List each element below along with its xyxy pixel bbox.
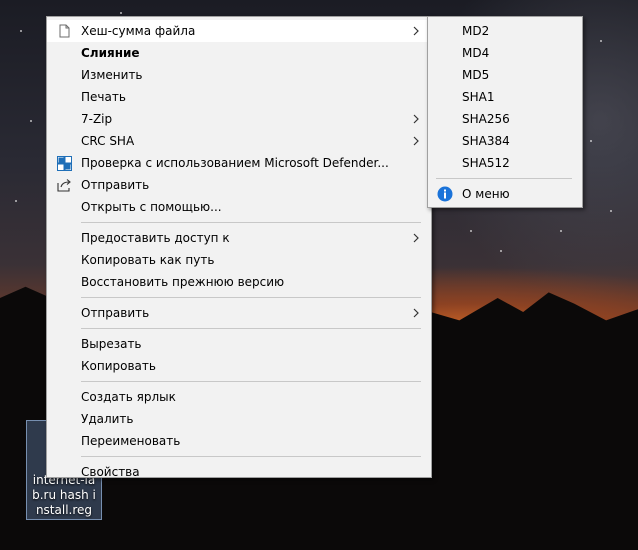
submenu-item-label: SHA256 xyxy=(462,112,510,126)
menu-item-label: Свойства xyxy=(81,465,140,479)
share-icon xyxy=(56,177,72,193)
menu-item-copy-as-path[interactable]: Копировать как путь xyxy=(47,249,431,271)
menu-item-restore-previous[interactable]: Восстановить прежнюю версию xyxy=(47,271,431,293)
submenu-item-label: MD2 xyxy=(462,24,490,38)
menu-item-open-with[interactable]: Открыть с помощью... xyxy=(47,196,431,218)
menu-item-defender-scan[interactable]: Проверка с использованием Microsoft Defe… xyxy=(47,152,431,174)
submenu-item-md5[interactable]: MD5 xyxy=(428,64,582,86)
defender-icon xyxy=(56,155,72,171)
menu-item-merge[interactable]: Слияние xyxy=(47,42,431,64)
submenu-item-sha512[interactable]: SHA512 xyxy=(428,152,582,174)
submenu-item-sha384[interactable]: SHA384 xyxy=(428,130,582,152)
menu-item-create-shortcut[interactable]: Создать ярлык xyxy=(47,386,431,408)
menu-item-label: Переименовать xyxy=(81,434,181,448)
submenu-item-label: MD5 xyxy=(462,68,490,82)
menu-separator xyxy=(81,222,421,223)
file-icon xyxy=(56,23,72,39)
menu-item-label: Проверка с использованием Microsoft Defe… xyxy=(81,156,389,170)
menu-item-send-to[interactable]: Отправить xyxy=(47,302,431,324)
menu-item-give-access[interactable]: Предоставить доступ к xyxy=(47,227,431,249)
menu-item-label: Предоставить доступ к xyxy=(81,231,230,245)
menu-item-print[interactable]: Печать xyxy=(47,86,431,108)
submenu-item-about[interactable]: О меню xyxy=(428,183,582,205)
menu-item-label: Отправить xyxy=(81,306,150,320)
menu-separator xyxy=(81,456,421,457)
menu-item-label: Печать xyxy=(81,90,126,104)
chevron-right-icon xyxy=(411,130,421,152)
menu-item-file-hash[interactable]: Хеш-сумма файла xyxy=(47,20,431,42)
menu-item-label: Восстановить прежнюю версию xyxy=(81,275,285,289)
submenu-item-label: SHA384 xyxy=(462,134,510,148)
info-icon xyxy=(437,186,453,202)
menu-item-properties[interactable]: Свойства xyxy=(47,461,431,483)
context-menu: Хеш-сумма файла Слияние Изменить Печать … xyxy=(46,16,432,479)
menu-item-label: Открыть с помощью... xyxy=(81,200,222,214)
menu-item-label: 7-Zip xyxy=(81,112,113,126)
menu-item-7zip[interactable]: 7-Zip xyxy=(47,108,431,130)
menu-item-crc-sha[interactable]: CRC SHA xyxy=(47,130,431,152)
menu-item-label: Удалить xyxy=(81,412,134,426)
submenu-item-label: SHA1 xyxy=(462,90,495,104)
chevron-right-icon xyxy=(411,20,421,42)
menu-item-cut[interactable]: Вырезать xyxy=(47,333,431,355)
submenu-item-md4[interactable]: MD4 xyxy=(428,42,582,64)
chevron-right-icon xyxy=(411,108,421,130)
menu-item-copy[interactable]: Копировать xyxy=(47,355,431,377)
menu-separator xyxy=(436,178,572,179)
hash-submenu: MD2 MD4 MD5 SHA1 SHA256 SHA384 SHA512 О … xyxy=(427,16,583,208)
menu-item-rename[interactable]: Переименовать xyxy=(47,430,431,452)
menu-item-delete[interactable]: Удалить xyxy=(47,408,431,430)
menu-item-label: Вырезать xyxy=(81,337,142,351)
menu-item-label: Изменить xyxy=(81,68,143,82)
chevron-right-icon xyxy=(411,227,421,249)
menu-item-share[interactable]: Отправить xyxy=(47,174,431,196)
menu-item-label: Копировать как путь xyxy=(81,253,215,267)
menu-separator xyxy=(81,381,421,382)
menu-item-label: Хеш-сумма файла xyxy=(81,24,196,38)
submenu-item-label: SHA512 xyxy=(462,156,510,170)
menu-item-label: Создать ярлык xyxy=(81,390,176,404)
submenu-item-label: MD4 xyxy=(462,46,490,60)
menu-item-label: CRC SHA xyxy=(81,134,135,148)
submenu-item-sha1[interactable]: SHA1 xyxy=(428,86,582,108)
menu-separator xyxy=(81,328,421,329)
menu-separator xyxy=(81,297,421,298)
submenu-item-sha256[interactable]: SHA256 xyxy=(428,108,582,130)
chevron-right-icon xyxy=(411,302,421,324)
menu-item-edit[interactable]: Изменить xyxy=(47,64,431,86)
menu-item-label: Копировать xyxy=(81,359,156,373)
submenu-item-md2[interactable]: MD2 xyxy=(428,20,582,42)
menu-item-label: Слияние xyxy=(81,46,140,60)
menu-item-label: Отправить xyxy=(81,178,150,192)
submenu-item-label: О меню xyxy=(462,187,510,201)
